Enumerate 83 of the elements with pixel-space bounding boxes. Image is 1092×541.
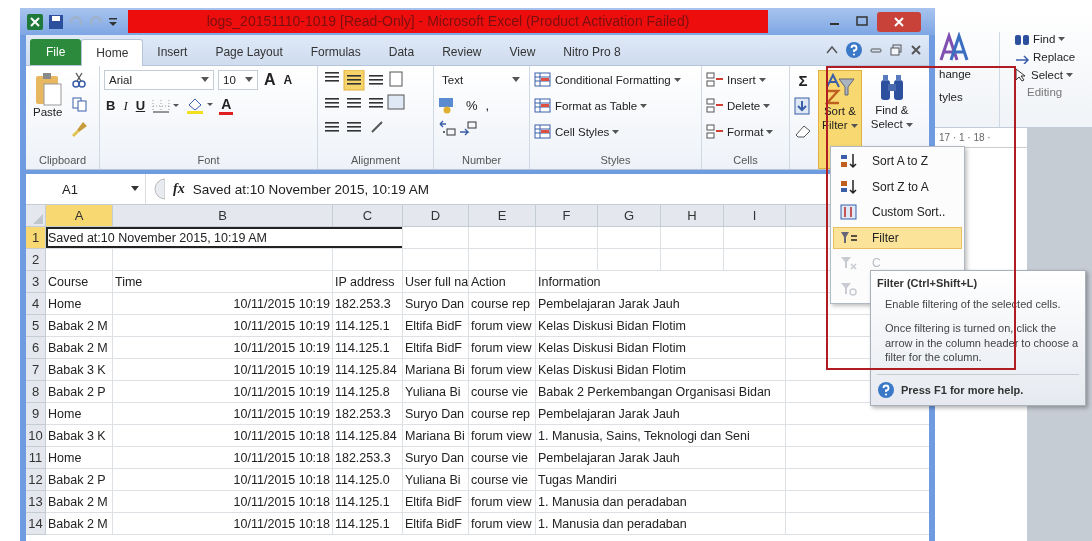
table-cell: 10/11/2015 10:19 xyxy=(113,337,333,359)
table-cell: Pembelajaran Jarak Jauh xyxy=(536,447,786,469)
table-cell: course rep xyxy=(469,293,536,315)
table-cell: Kelas Diskusi Bidan Flotim xyxy=(536,337,786,359)
table-cell: 10/11/2015 10:18 xyxy=(113,447,333,469)
table-cell: Mariana Bi xyxy=(403,425,469,447)
table-cell: Time xyxy=(113,271,333,293)
table-cell: 114.125.84 xyxy=(333,425,403,447)
table-cell: Saved at:10 November 2015, 10:19 AM xyxy=(46,227,403,249)
table-cell: Information xyxy=(536,271,786,293)
table-cell: Home xyxy=(46,447,113,469)
table-cell: course vie xyxy=(469,447,536,469)
table-cell: Kelas Diskusi Bidan Flotim xyxy=(536,359,786,381)
table-cell: 10/11/2015 10:19 xyxy=(113,381,333,403)
table-cell: 1. Manusia, Sains, Teknologi dan Seni xyxy=(536,425,786,447)
table-cell: Babak 2 M xyxy=(46,315,113,337)
table-cell: Yuliana Bi xyxy=(403,381,469,403)
table-cell: Mariana Bi xyxy=(403,359,469,381)
table-cell: 10/11/2015 10:19 xyxy=(113,359,333,381)
table-cell: Yuliana Bi xyxy=(403,469,469,491)
table-cell: Eltifa BidF xyxy=(403,513,469,535)
table-cell: Babak 3 K xyxy=(46,359,113,381)
table-cell: 114.125.1 xyxy=(333,513,403,535)
window-title: logs_20151110-1019 [Read-Only] - Microsoft Excel (Product Activation Failed) xyxy=(128,10,768,33)
table-cell: Eltifa BidF xyxy=(403,337,469,359)
table-cell: 1. Manusia dan peradaban xyxy=(536,513,786,535)
table-cell: 114.125.0 xyxy=(333,469,403,491)
table-cell: Action xyxy=(469,271,536,293)
group-label: Number xyxy=(460,154,503,168)
table-cell: 10/11/2015 10:19 xyxy=(113,315,333,337)
tooltip-title: Filter (Ctrl+Shift+L) xyxy=(877,277,979,289)
table-cell: Pembelajaran Jarak Jauh xyxy=(536,403,786,425)
table-cell: 182.253.3 xyxy=(333,403,403,425)
table-cell: Babak 2 M xyxy=(46,513,113,535)
tooltip-help-text: Press F1 for more help. xyxy=(901,384,1024,397)
table-cell: 10/11/2015 10:18 xyxy=(113,469,333,491)
table-cell: Home xyxy=(46,403,113,425)
table-cell: 10/11/2015 10:19 xyxy=(113,403,333,425)
table-cell: 114.125.84 xyxy=(333,359,403,381)
table-cell: forum view xyxy=(469,513,536,535)
group-label: Editing xyxy=(1026,86,1064,98)
table-cell: 10/11/2015 10:19 xyxy=(113,293,333,315)
table-cell: Eltifa BidF xyxy=(403,491,469,513)
table-cell: Babak 2 P xyxy=(46,469,113,491)
table-cell: 10/11/2015 10:18 xyxy=(113,513,333,535)
table-cell: Suryo Dan xyxy=(403,447,469,469)
table-cell: Suryo Dan xyxy=(403,293,469,315)
table-cell: 114.125.1 xyxy=(333,315,403,337)
table-cell: IP address xyxy=(333,271,403,293)
table-cell: Eltifa BidF xyxy=(403,315,469,337)
table-cell: 114.125.1 xyxy=(333,491,403,513)
table-cell: Kelas Diskusi Bidan Flotim xyxy=(536,315,786,337)
table-cell: User full na xyxy=(403,271,469,293)
table-cell: Babak 2 P xyxy=(46,381,113,403)
table-cell: course vie xyxy=(469,469,536,491)
table-cell: 10/11/2015 10:18 xyxy=(113,425,333,447)
table-cell: Course xyxy=(46,271,113,293)
table-cell: 114.125.1 xyxy=(333,337,403,359)
table-cell: 10/11/2015 10:18 xyxy=(113,491,333,513)
table-cell: Pembelajaran Jarak Jauh xyxy=(536,293,786,315)
table-cell: Suryo Dan xyxy=(403,403,469,425)
table-cell: Babak 3 K xyxy=(46,425,113,447)
table-cell: forum view xyxy=(469,359,536,381)
table-cell: 114.125.8 xyxy=(333,381,403,403)
table-cell: 182.253.3 xyxy=(333,447,403,469)
group-label: Alignment xyxy=(350,154,401,168)
table-cell: forum view xyxy=(469,337,536,359)
table-cell: forum view xyxy=(469,491,536,513)
group-label: Clipboard xyxy=(37,154,88,168)
table-cell: forum view xyxy=(469,425,536,447)
table-cell: Babak 2 Perkembangan Organisasi Bidan xyxy=(536,381,786,403)
table-cell: course rep xyxy=(469,403,536,425)
table-cell: course vie xyxy=(469,381,536,403)
group-label: Cells xyxy=(732,154,759,168)
table-cell: 1. Manusia dan peradaban xyxy=(536,491,786,513)
table-cell: forum view xyxy=(469,315,536,337)
group-label: Font xyxy=(196,154,221,168)
table-cell: Babak 2 M xyxy=(46,491,113,513)
table-cell: Tugas Mandiri xyxy=(536,469,786,491)
table-cell: 182.253.3 xyxy=(333,293,403,315)
table-cell: Babak 2 M xyxy=(46,337,113,359)
table-cell: Home xyxy=(46,293,113,315)
group-label: Styles xyxy=(599,154,632,168)
